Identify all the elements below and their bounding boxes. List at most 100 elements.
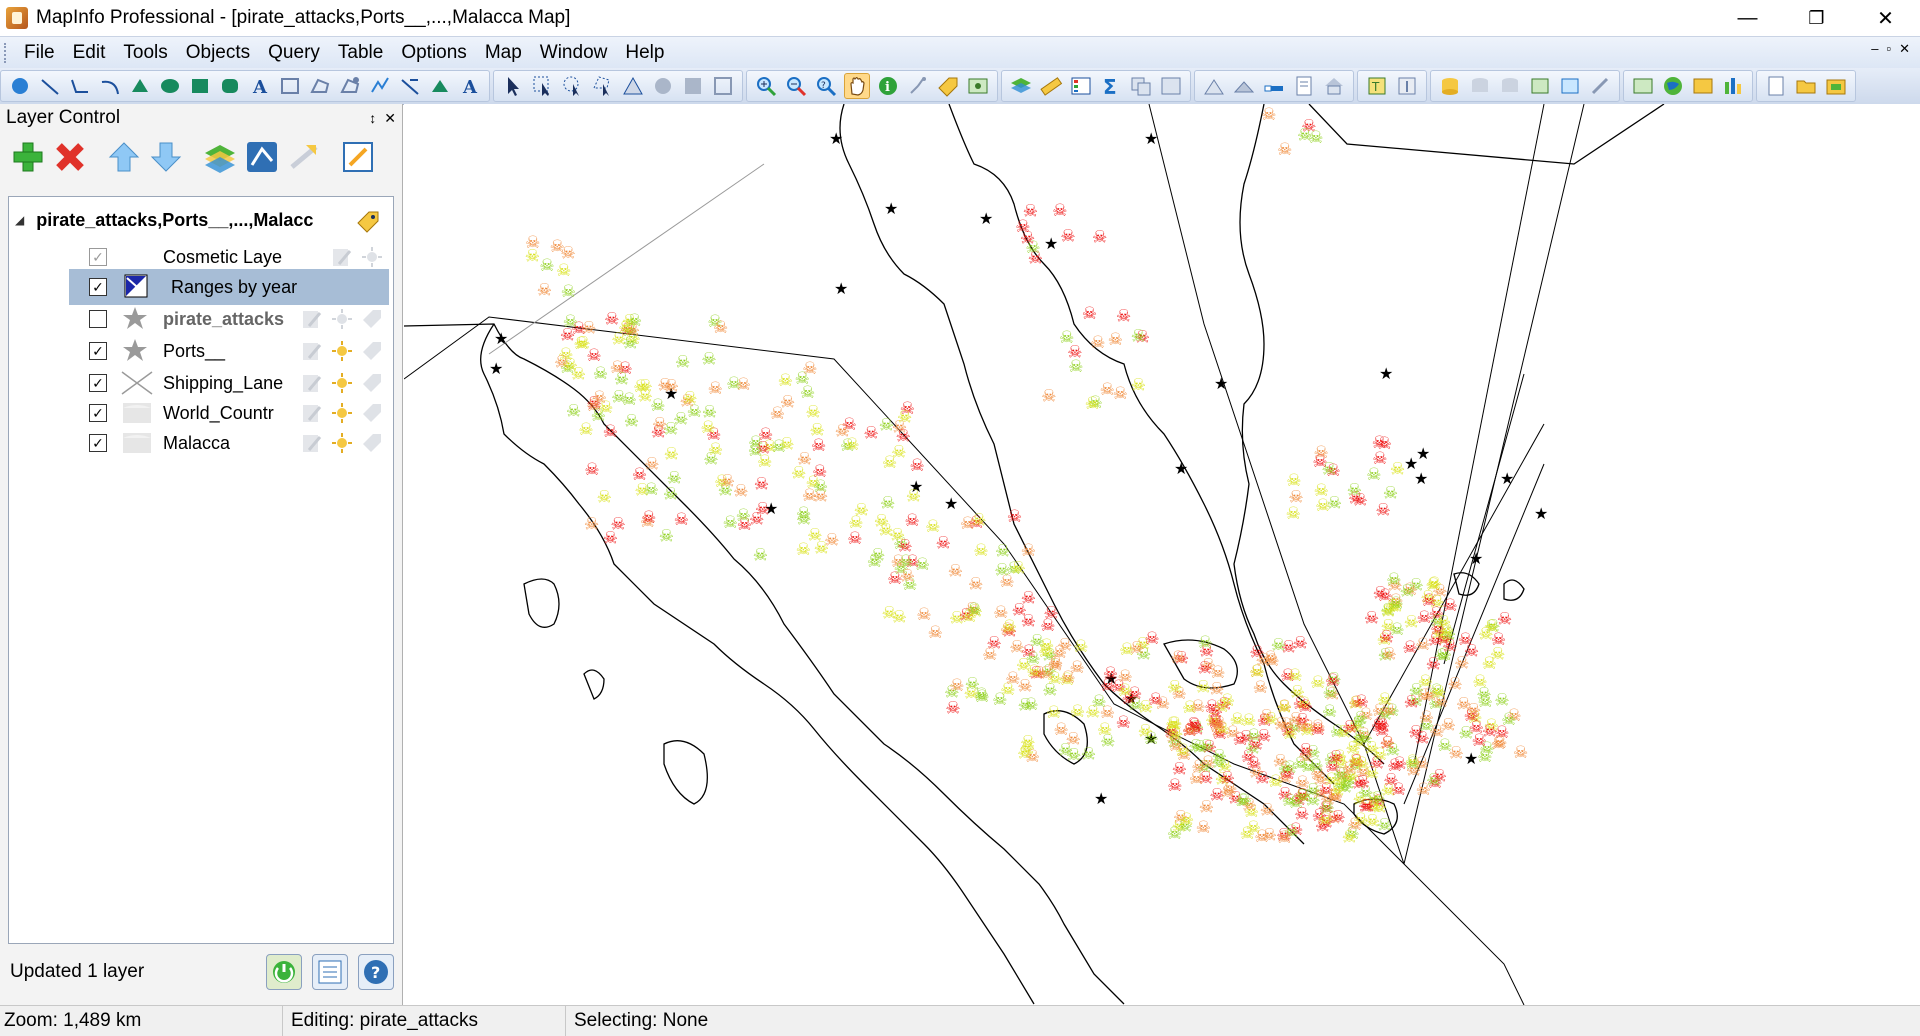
- restore-button[interactable]: ❐: [1782, 0, 1851, 36]
- marquee-select-icon[interactable]: [531, 74, 555, 98]
- polygon-select-icon[interactable]: [591, 74, 615, 98]
- selectable-icon[interactable]: [331, 308, 353, 330]
- menu-edit[interactable]: Edit: [65, 42, 116, 64]
- menu-query[interactable]: Query: [260, 42, 330, 64]
- menu-table[interactable]: Table: [330, 42, 393, 64]
- menu-objects[interactable]: Objects: [178, 42, 260, 64]
- web-globe-icon[interactable]: [1661, 74, 1685, 98]
- line-style-icon[interactable]: [368, 74, 392, 98]
- selectable-icon[interactable]: [331, 340, 353, 362]
- pin-icon[interactable]: ↕: [369, 110, 376, 127]
- status-editing[interactable]: Editing: pirate_attacks: [283, 1006, 566, 1036]
- layer-visibility-checkbox[interactable]: ✓: [89, 404, 107, 422]
- polygon-tool-icon[interactable]: [128, 74, 152, 98]
- legend-icon[interactable]: [1069, 74, 1093, 98]
- set-target-icon[interactable]: [1129, 74, 1153, 98]
- new-document-icon[interactable]: [1764, 74, 1788, 98]
- label-tag-icon[interactable]: [361, 372, 383, 394]
- radius-select-icon[interactable]: [561, 74, 585, 98]
- grabber-hand-icon[interactable]: [844, 73, 870, 99]
- dbms-edit-icon[interactable]: [1588, 74, 1612, 98]
- label-tag-icon[interactable]: [361, 308, 383, 330]
- layer-properties-icon[interactable]: [202, 139, 238, 175]
- ellipse-tool-icon[interactable]: [158, 74, 182, 98]
- symbol-style-icon[interactable]: [428, 74, 452, 98]
- editable-icon[interactable]: [331, 246, 353, 268]
- layer-visibility-checkbox[interactable]: ✓: [89, 434, 107, 452]
- layer-visibility-checkbox[interactable]: ✓: [89, 248, 107, 266]
- zoom-out-icon[interactable]: [784, 74, 808, 98]
- layer-control-icon[interactable]: [1009, 74, 1033, 98]
- dbms-open-icon[interactable]: [1438, 74, 1462, 98]
- arc-tool-icon[interactable]: [98, 74, 122, 98]
- info-tool-icon[interactable]: i: [876, 74, 900, 98]
- open-workspace-icon[interactable]: [1824, 74, 1848, 98]
- label-tag-icon[interactable]: [361, 402, 383, 424]
- panel-close-icon[interactable]: ✕: [384, 110, 396, 127]
- dbms-refresh-icon[interactable]: [1468, 74, 1492, 98]
- layer-visibility-checkbox[interactable]: ✓: [89, 374, 107, 392]
- add-layer-icon[interactable]: [10, 139, 46, 175]
- graph-select-icon[interactable]: [681, 74, 705, 98]
- layer-visibility-checkbox[interactable]: [89, 310, 107, 328]
- selectable-icon[interactable]: [331, 372, 353, 394]
- layout-select-icon[interactable]: [711, 74, 735, 98]
- statistics-icon[interactable]: Σ: [1099, 74, 1123, 99]
- editable-icon[interactable]: [301, 308, 323, 330]
- open-folder-icon[interactable]: [1794, 74, 1818, 98]
- polyline-tool-icon[interactable]: [68, 74, 92, 98]
- label-tag-icon[interactable]: [361, 432, 383, 454]
- editable-icon[interactable]: [301, 372, 323, 394]
- editable-icon[interactable]: [301, 432, 323, 454]
- drag-map-window-icon[interactable]: [966, 74, 990, 98]
- label-tool-icon[interactable]: [936, 74, 960, 98]
- dbms-unlink-icon[interactable]: [1498, 74, 1522, 98]
- geocode-icon[interactable]: [1322, 74, 1346, 98]
- editable-icon[interactable]: [301, 402, 323, 424]
- zoom-in-icon[interactable]: [754, 74, 778, 98]
- ruler-icon[interactable]: [1039, 74, 1063, 98]
- dbms-sync-icon[interactable]: [1558, 74, 1582, 98]
- layer-row-malacca[interactable]: ✓ Malacca: [69, 425, 389, 461]
- selectable-icon[interactable]: [331, 432, 353, 454]
- menu-window[interactable]: Window: [532, 42, 618, 64]
- symbol-tool-icon[interactable]: [8, 74, 32, 98]
- menu-grip[interactable]: [4, 43, 10, 63]
- report-icon[interactable]: [1292, 74, 1316, 98]
- wms-icon[interactable]: [1691, 74, 1715, 98]
- remove-layer-icon[interactable]: [52, 139, 88, 175]
- status-selecting[interactable]: Selecting: None: [566, 1006, 874, 1036]
- layer-visibility-checkbox[interactable]: ✓: [89, 278, 107, 296]
- invert-selection-icon[interactable]: [651, 74, 675, 98]
- prism-map-icon[interactable]: [1232, 74, 1256, 98]
- line-tool-icon[interactable]: [38, 74, 62, 98]
- scale-bar-icon[interactable]: [1262, 74, 1286, 98]
- change-view-icon[interactable]: ?: [814, 74, 838, 98]
- menu-tools[interactable]: Tools: [115, 42, 177, 64]
- frame-tool-icon[interactable]: [278, 74, 302, 98]
- select-tool-icon[interactable]: [501, 74, 525, 98]
- layer-row-pirate-attacks[interactable]: pirate_attacks: [69, 301, 389, 337]
- minimize-button[interactable]: —: [1713, 0, 1782, 36]
- tool-manager-icon[interactable]: [1395, 74, 1419, 98]
- layer-options-button[interactable]: [312, 954, 348, 990]
- rounded-rectangle-tool-icon[interactable]: [218, 74, 242, 98]
- selectable-icon[interactable]: [361, 246, 383, 268]
- text-style-icon[interactable]: A: [458, 74, 482, 98]
- region-style-icon[interactable]: [398, 74, 422, 98]
- wfs-icon[interactable]: [1721, 74, 1745, 98]
- map-window[interactable]: ★ ★ ★ ★ ★ ★ ★ ★ ★ ★ ★ ★ ★ ★ ★ ★ ★ ★ ★ ★ ★ ★ ★ ★ ★ ★ ☠ ☠ ☠ ☠ ☠ ☠ ☠ ☠ ☠ ☠ ☠ ☠ ☠…: [404, 104, 1920, 1005]
- menu-file[interactable]: File: [16, 42, 65, 64]
- rectangle-tool-icon[interactable]: [188, 74, 212, 98]
- layer-display-icon[interactable]: [340, 139, 376, 175]
- reshape-tool-icon[interactable]: [308, 74, 332, 98]
- map-properties-icon[interactable]: [355, 207, 381, 233]
- layer-row-ranges-by-year[interactable]: ✓ Ranges by year: [69, 269, 389, 305]
- move-layer-up-icon[interactable]: [106, 139, 142, 175]
- menu-map[interactable]: Map: [477, 42, 532, 64]
- label-properties-icon[interactable]: [286, 139, 322, 175]
- editable-icon[interactable]: [301, 340, 323, 362]
- menu-options[interactable]: Options: [393, 42, 476, 64]
- map-catalog-icon[interactable]: [1631, 74, 1655, 98]
- text-tool-icon[interactable]: A: [248, 74, 272, 98]
